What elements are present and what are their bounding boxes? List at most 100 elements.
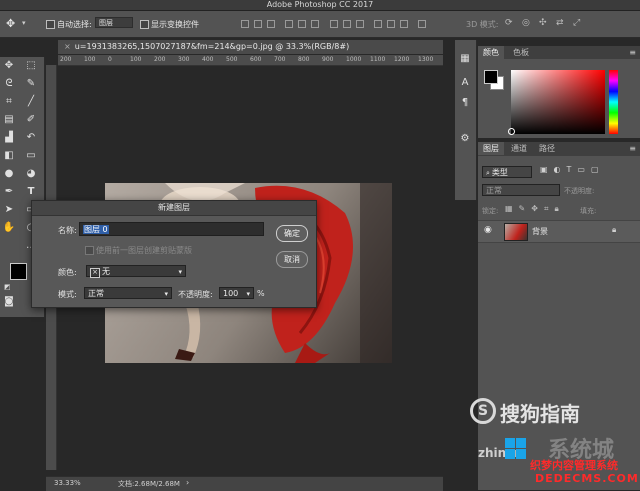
sogou-logo-icon: S bbox=[470, 398, 496, 424]
ruler-tick: 100 bbox=[84, 56, 96, 63]
adjustments-panel-icon[interactable]: ⚙ bbox=[458, 132, 472, 146]
ruler-tick: 1200 bbox=[394, 56, 410, 63]
opacity-label: 不透明度: bbox=[178, 290, 213, 299]
roll-3d-icon[interactable]: ◎ bbox=[522, 18, 530, 28]
clone-stamp-tool-icon[interactable]: ▟ bbox=[2, 131, 16, 145]
slide-3d-icon[interactable]: ⇄ bbox=[556, 18, 564, 28]
layer-blend-mode-value: 正常 bbox=[486, 186, 502, 195]
distribute-right-icon[interactable] bbox=[400, 20, 408, 28]
align-hcenter-icon[interactable] bbox=[298, 20, 306, 28]
layers-panel-tabs: 图层 通道 路径 ≡ bbox=[478, 142, 640, 156]
new-layer-dialog: 新建图层 名称: 图层 0 使用前一图层创建剪贴蒙版 颜色: × 无 ▾ 模式: … bbox=[31, 200, 317, 308]
blur-tool-icon[interactable]: ● bbox=[2, 167, 16, 181]
color-picker-handle[interactable] bbox=[508, 128, 515, 135]
cancel-button[interactable]: 取消 bbox=[276, 251, 308, 268]
auto-align-icon[interactable] bbox=[418, 20, 426, 28]
layer-name[interactable]: 背景 bbox=[532, 226, 548, 237]
hue-slider[interactable] bbox=[609, 70, 618, 134]
status-arrow-icon[interactable]: › bbox=[186, 478, 189, 487]
panel-menu-icon[interactable]: ≡ bbox=[629, 48, 636, 57]
brush-tool-icon[interactable]: ✐ bbox=[24, 113, 38, 127]
pan-3d-icon[interactable]: ✣ bbox=[539, 18, 547, 28]
mode-label: 模式: bbox=[58, 290, 77, 299]
hand-tool-icon[interactable]: ✋ bbox=[2, 221, 16, 235]
foreground-color-swatch[interactable] bbox=[10, 263, 27, 280]
align-bottom-icon[interactable] bbox=[267, 20, 275, 28]
pen-tool-icon[interactable]: ✒ bbox=[2, 185, 16, 199]
color-spectrum[interactable] bbox=[511, 70, 605, 134]
move-tool-icon[interactable]: ✥ bbox=[2, 59, 16, 73]
tab-color[interactable]: 颜色 bbox=[478, 46, 504, 59]
align-left-icon[interactable] bbox=[285, 20, 293, 28]
gradient-tool-icon[interactable]: ▭ bbox=[24, 149, 38, 163]
layer-filter-select[interactable]: ⌕ 类型 bbox=[482, 166, 532, 178]
eraser-tool-icon[interactable]: ◧ bbox=[2, 149, 16, 163]
paragraph-panel-icon[interactable]: ¶ bbox=[458, 96, 472, 110]
mode-select[interactable]: 正常 ▾ bbox=[84, 287, 172, 299]
history-brush-tool-icon[interactable]: ↶ bbox=[24, 131, 38, 145]
distribute-hcenter-icon[interactable] bbox=[387, 20, 395, 28]
marquee-tool-icon[interactable]: ⬚ bbox=[24, 59, 38, 73]
move-tool-icon[interactable]: ✥ bbox=[6, 17, 15, 30]
title-bar: Adobe Photoshop CC 2017 bbox=[0, 0, 640, 11]
ruler-tick: 500 bbox=[226, 56, 238, 63]
close-tab-icon[interactable]: × bbox=[64, 42, 71, 51]
path-select-tool-icon[interactable]: ➤ bbox=[2, 203, 16, 217]
align-right-icon[interactable] bbox=[311, 20, 319, 28]
layer-filter-icons[interactable]: ▣◐T▭▢ bbox=[540, 165, 605, 174]
auto-select-dropdown[interactable]: 图层 bbox=[95, 17, 133, 28]
default-colors-icon[interactable]: ◩ bbox=[4, 283, 11, 291]
type-tool-icon[interactable]: T bbox=[24, 185, 38, 199]
document-size[interactable]: 文档:2.68M/2.68M bbox=[118, 479, 180, 489]
document-tab[interactable]: × u=1931383265,1507027187&fm=214&gp=0.jpg… bbox=[58, 40, 443, 54]
distribute-left-icon[interactable] bbox=[374, 20, 382, 28]
tab-swatches[interactable]: 色板 bbox=[508, 46, 534, 59]
filter-search-icon: ⌕ bbox=[486, 169, 490, 177]
panel-menu-icon[interactable]: ≡ bbox=[629, 144, 636, 153]
ok-button[interactable]: 确定 bbox=[276, 225, 308, 242]
fill-label: 填充: bbox=[580, 207, 597, 215]
clip-mask-checkbox[interactable] bbox=[85, 246, 94, 255]
align-vcenter-icon[interactable] bbox=[254, 20, 262, 28]
history-panel-icon[interactable]: ▦ bbox=[458, 52, 472, 66]
ruler-tick: 200 bbox=[154, 56, 166, 63]
lock-label: 锁定: bbox=[482, 207, 499, 215]
eyedropper-tool-icon[interactable]: ╱ bbox=[24, 95, 38, 109]
crop-tool-icon[interactable]: ⌗ bbox=[2, 95, 16, 109]
ruler-tick: 800 bbox=[298, 56, 310, 63]
distribute-top-icon[interactable] bbox=[330, 20, 338, 28]
tool-preset-chevron-icon[interactable]: ▾ bbox=[22, 19, 26, 27]
visibility-eye-icon[interactable]: ◉ bbox=[484, 225, 492, 235]
tab-channels[interactable]: 通道 bbox=[506, 142, 532, 155]
layer-blend-mode-select[interactable]: 正常 bbox=[482, 184, 560, 196]
color-panel-tabs: 颜色 色板 ≡ bbox=[478, 46, 640, 59]
status-bar: 33.33% 文档:2.68M/2.68M › bbox=[46, 476, 443, 491]
layer-name-input[interactable]: 图层 0 bbox=[79, 222, 264, 236]
ruler-tick: 1000 bbox=[346, 56, 362, 63]
layer-row-background[interactable]: ◉ 背景 🔒︎ bbox=[478, 220, 640, 243]
distribute-vcenter-icon[interactable] bbox=[343, 20, 351, 28]
lasso-tool-icon[interactable]: ᘓ bbox=[2, 77, 16, 91]
orbit-3d-icon[interactable]: ⟳ bbox=[505, 18, 513, 28]
align-top-icon[interactable] bbox=[241, 20, 249, 28]
opacity-unit: % bbox=[257, 289, 265, 298]
properties-panel-icon[interactable]: A bbox=[458, 76, 472, 90]
dodge-tool-icon[interactable]: ◕ bbox=[24, 167, 38, 181]
opacity-input[interactable]: 100 ▾ bbox=[219, 287, 254, 299]
lock-icons[interactable]: ▦✎✥⌗🔒︎ bbox=[505, 204, 565, 214]
quick-select-tool-icon[interactable]: ✎ bbox=[24, 77, 38, 91]
tab-layers[interactable]: 图层 bbox=[478, 142, 504, 155]
color-select[interactable]: × 无 ▾ bbox=[86, 265, 186, 278]
healing-brush-tool-icon[interactable]: ▤ bbox=[2, 113, 16, 127]
zoom-level[interactable]: 33.33% bbox=[54, 479, 81, 487]
auto-select-checkbox[interactable] bbox=[46, 20, 55, 29]
panel-foreground-swatch[interactable] bbox=[484, 70, 498, 84]
scale-3d-icon[interactable]: ⤢ bbox=[573, 18, 580, 28]
quick-mask-icon[interactable]: ◙ bbox=[2, 295, 16, 309]
chevron-down-icon[interactable]: ▾ bbox=[246, 288, 250, 300]
no-color-icon: × bbox=[90, 268, 100, 278]
clip-mask-label: 使用前一图层创建剪贴蒙版 bbox=[96, 246, 192, 255]
distribute-bottom-icon[interactable] bbox=[356, 20, 364, 28]
show-transform-checkbox[interactable] bbox=[140, 20, 149, 29]
tab-paths[interactable]: 路径 bbox=[534, 142, 560, 155]
